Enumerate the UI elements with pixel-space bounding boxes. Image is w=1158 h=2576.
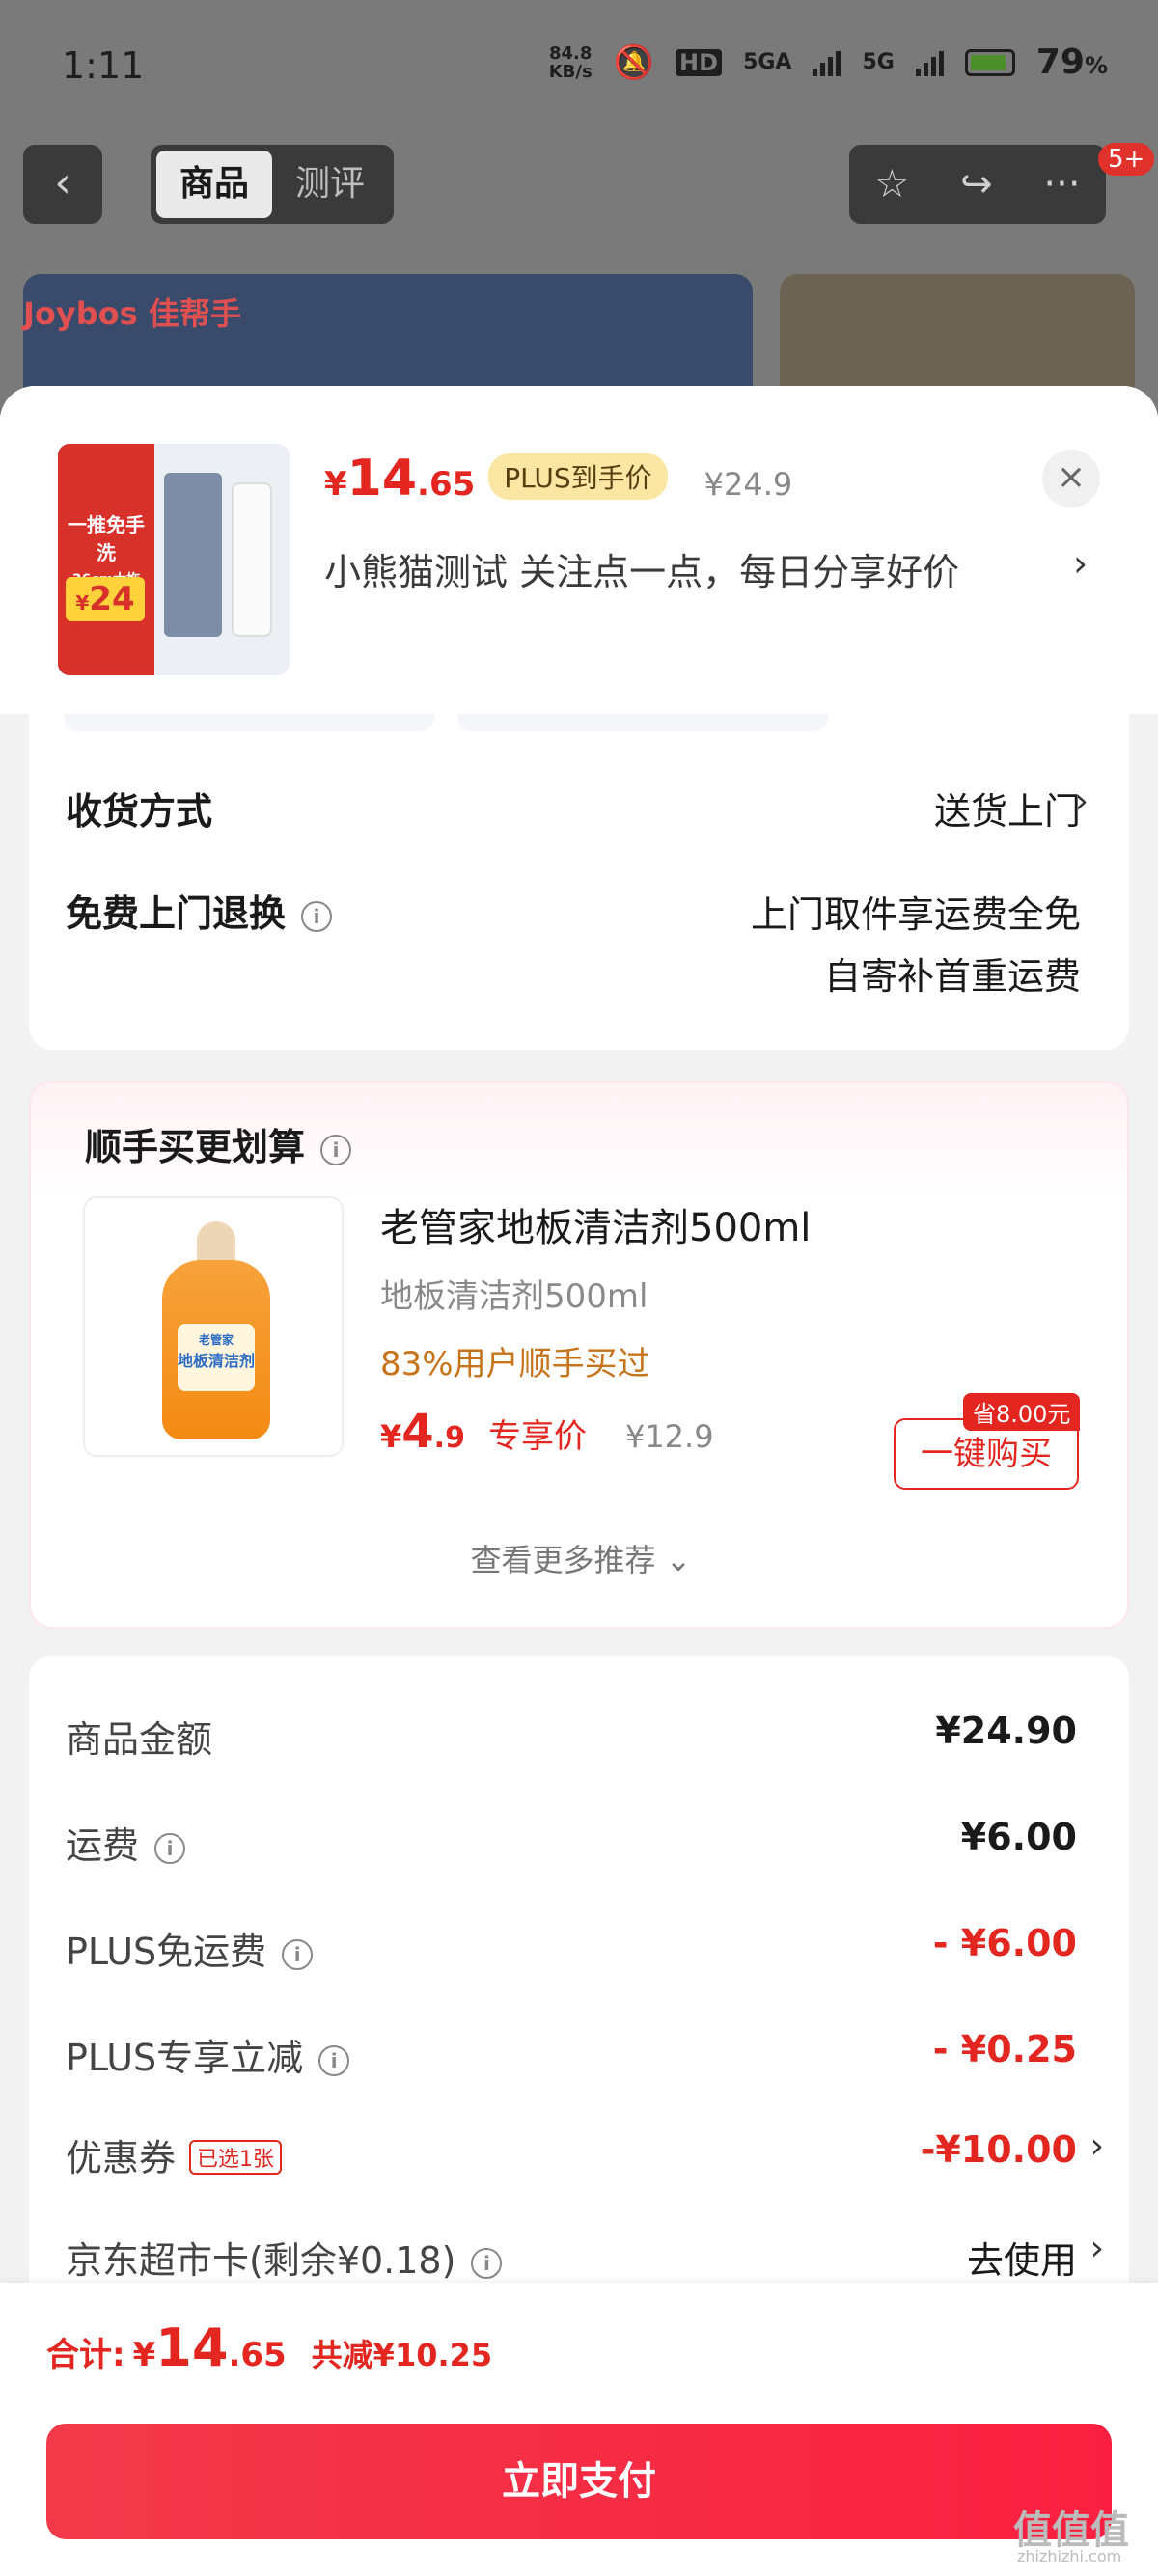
coupon-value[interactable]: -¥10.00	[921, 2128, 1077, 2171]
market-card-use[interactable]: 去使用	[967, 2231, 1077, 2284]
exclusive-price-label: 专享价	[487, 1417, 587, 1456]
sim2-label: 5G	[862, 50, 895, 74]
more-recommendations-link[interactable]: 查看更多推荐 ⌄	[31, 1536, 1131, 1580]
close-icon: ×	[1056, 457, 1087, 497]
tab-review[interactable]: 测评	[272, 151, 388, 218]
battery-icon	[964, 48, 1015, 76]
free-return-value: 上门取件享运费全免 自寄补首重运费	[750, 893, 1081, 998]
chevron-right-icon[interactable]: ›	[1075, 781, 1089, 821]
plus-free-shipping-label: PLUS免运费 i	[66, 1922, 314, 1975]
mute-icon: 🔕	[613, 42, 655, 82]
stand-image	[232, 482, 272, 637]
free-return-label: 免费上门退换 i	[66, 884, 333, 937]
recommend-user-stat: 83%用户顺手买过	[380, 1345, 650, 1384]
brand-logo: Joybos 佳帮手	[23, 295, 241, 332]
star-icon[interactable]: ☆	[874, 162, 909, 206]
delivery-method-label: 收货方式	[66, 790, 213, 833]
plus-discount-value: - ¥0.25	[932, 2028, 1077, 2070]
signal-icon-2	[915, 49, 944, 76]
recommend-card: 顺手买更划算 i 老管家 地板清洁剂 老管家地板清洁剂500ml 地板清洁剂500m…	[29, 1081, 1129, 1629]
status-bar: 1:11 84.8 KB/s 🔕 HD 5GA 5G 79%	[0, 0, 1158, 135]
info-icon[interactable]: i	[471, 2247, 503, 2279]
recommend-product-image[interactable]: 老管家 地板清洁剂	[83, 1196, 344, 1457]
info-icon[interactable]: i	[282, 1938, 314, 1970]
close-button[interactable]: ×	[1042, 450, 1100, 507]
back-button[interactable]: ‹	[23, 145, 102, 224]
info-icon[interactable]: i	[301, 900, 333, 932]
battery-percent: 79%	[1035, 42, 1108, 82]
option-chips	[64, 714, 828, 731]
coupon-label: 优惠券 已选1张	[66, 2128, 283, 2181]
item-amount-label: 商品金额	[66, 1718, 213, 1761]
checkout-bar: 合计: ¥14.65 共减¥10.25 立即支付	[0, 2283, 1158, 2576]
item-amount-value: ¥24.90	[935, 1710, 1077, 1752]
page-tabs: 商品 测评	[151, 145, 394, 224]
plus-discount-label: PLUS专享立减 i	[66, 2028, 350, 2081]
delivery-card: 收货方式 送货上门 › 免费上门退换 i 上门取件享运费全免 自寄补首重运费	[29, 714, 1129, 1050]
shipping-value: ¥6.00	[960, 1816, 1077, 1858]
mop-image	[164, 473, 222, 637]
recommend-title: 顺手买更划算 i	[85, 1117, 352, 1170]
price-row: ¥14.65 PLUS到手价 ¥24.9	[324, 450, 792, 507]
recommend-product-name[interactable]: 老管家地板清洁剂500ml	[380, 1196, 811, 1252]
chevron-right-icon[interactable]: ›	[1090, 2229, 1104, 2268]
info-icon[interactable]: i	[154, 1832, 186, 1864]
info-icon[interactable]: i	[318, 2044, 350, 2076]
chevron-left-icon: ‹	[54, 158, 71, 207]
current-price: ¥14.65	[324, 450, 476, 507]
plus-price-tag: PLUS到手价	[488, 453, 668, 500]
more-icon[interactable]: ···	[1043, 162, 1080, 206]
info-icon[interactable]: i	[320, 1134, 352, 1165]
order-total: 合计: ¥14.65 共减¥10.25	[46, 2317, 493, 2378]
sim1-label: 5GA	[743, 50, 792, 74]
plus-free-shipping-value: - ¥6.00	[932, 1922, 1077, 1964]
chevron-right-icon[interactable]: ›	[1090, 2126, 1104, 2166]
message-badge: 5+	[1098, 143, 1155, 176]
chevron-right-icon: ›	[1073, 542, 1089, 585]
status-time: 1:11	[62, 44, 145, 87]
shipping-label: 运费 i	[66, 1816, 186, 1869]
coupon-selected-tag: 已选1张	[189, 2139, 283, 2175]
product-subtitle[interactable]: 小熊猫测试 关注点一点，每日分享好价	[324, 542, 1096, 595]
recommend-product-spec: 地板清洁剂500ml	[380, 1277, 648, 1316]
bottle-label: 老管家 地板清洁剂	[178, 1324, 255, 1391]
recommend-price: ¥4.9 专享价 ¥12.9	[380, 1405, 714, 1459]
original-price: ¥24.9	[703, 466, 793, 503]
market-card-label: 京东超市卡(剩余¥0.18) i	[66, 2231, 503, 2284]
sheet-header: 一推免手洗 36cm大拖头 ¥24 ¥14.65 PLUS到手价 ¥24.9 ×…	[0, 386, 1158, 714]
hd-icon: HD	[676, 48, 723, 76]
signal-icon-1	[813, 49, 841, 76]
net-speed: 84.8 KB/s	[548, 42, 593, 82]
recommend-original-price: ¥12.9	[624, 1418, 714, 1455]
pay-now-button[interactable]: 立即支付	[46, 2424, 1112, 2539]
tab-product[interactable]: 商品	[156, 151, 272, 218]
delivery-method-value[interactable]: 送货上门	[934, 781, 1081, 835]
top-actions: ☆ ↪ ···	[849, 145, 1106, 224]
watermark-url: zhizhizhi.com	[1017, 2547, 1122, 2565]
share-icon[interactable]: ↪	[960, 162, 993, 206]
status-icons: 84.8 KB/s 🔕 HD 5GA 5G 79%	[549, 42, 1108, 82]
product-thumbnail[interactable]: 一推免手洗 36cm大拖头 ¥24	[58, 444, 290, 675]
total-discount: 共减¥10.25	[311, 2337, 493, 2373]
savings-badge: 省8.00元	[963, 1393, 1081, 1431]
checkout-sheet: 一推免手洗 36cm大拖头 ¥24 ¥14.65 PLUS到手价 ¥24.9 ×…	[0, 386, 1158, 2576]
thumb-price: ¥24	[66, 577, 145, 621]
